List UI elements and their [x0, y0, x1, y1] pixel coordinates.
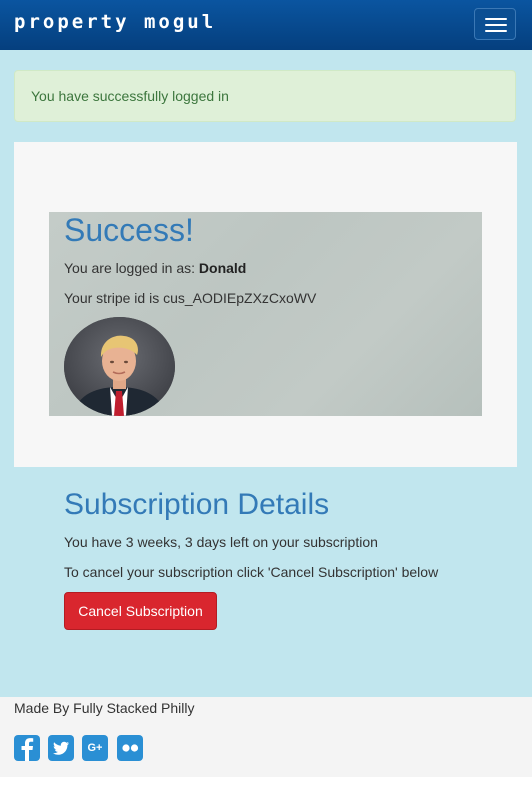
cancel-subscription-button[interactable]: Cancel Subscription [64, 592, 217, 630]
subscription-title: Subscription Details [64, 488, 330, 521]
main-content: You have successfully logged in Success!… [0, 50, 532, 697]
logged-in-prefix: You are logged in as: [64, 260, 196, 276]
success-title: Success! [64, 212, 194, 248]
facebook-icon[interactable] [14, 735, 40, 761]
navbar: property mogul [0, 0, 532, 50]
stripe-prefix: Your stripe id is [64, 290, 160, 306]
made-by-text: Made By Fully Stacked Philly [14, 700, 195, 716]
google-plus-icon[interactable]: G+ [82, 735, 108, 761]
stripe-id: cus_AODIEpZXzCxoWV [163, 290, 317, 306]
stripe-id-text: Your stripe id is cus_AODIEpZXzCxoWV [64, 290, 316, 306]
google-plus-label: G+ [87, 742, 103, 754]
twitter-icon[interactable] [48, 735, 74, 761]
menu-toggle-button[interactable] [474, 8, 516, 40]
logged-in-text: You are logged in as: Donald [64, 260, 246, 276]
avatar [64, 317, 175, 416]
username: Donald [198, 260, 247, 276]
login-success-alert: You have successfully logged in [14, 70, 516, 122]
subscription-time-left: You have 3 weeks, 3 days left on your su… [64, 534, 378, 550]
flickr-icon[interactable] [117, 735, 143, 761]
cancel-instruction: To cancel your subscription click 'Cance… [64, 564, 439, 580]
brand-logo[interactable]: property mogul [14, 11, 216, 33]
profile-card: Success! You are logged in as: Donald Yo… [49, 212, 482, 416]
profile-panel: Success! You are logged in as: Donald Yo… [14, 142, 517, 467]
footer: Made By Fully Stacked Philly G+ [0, 697, 532, 777]
